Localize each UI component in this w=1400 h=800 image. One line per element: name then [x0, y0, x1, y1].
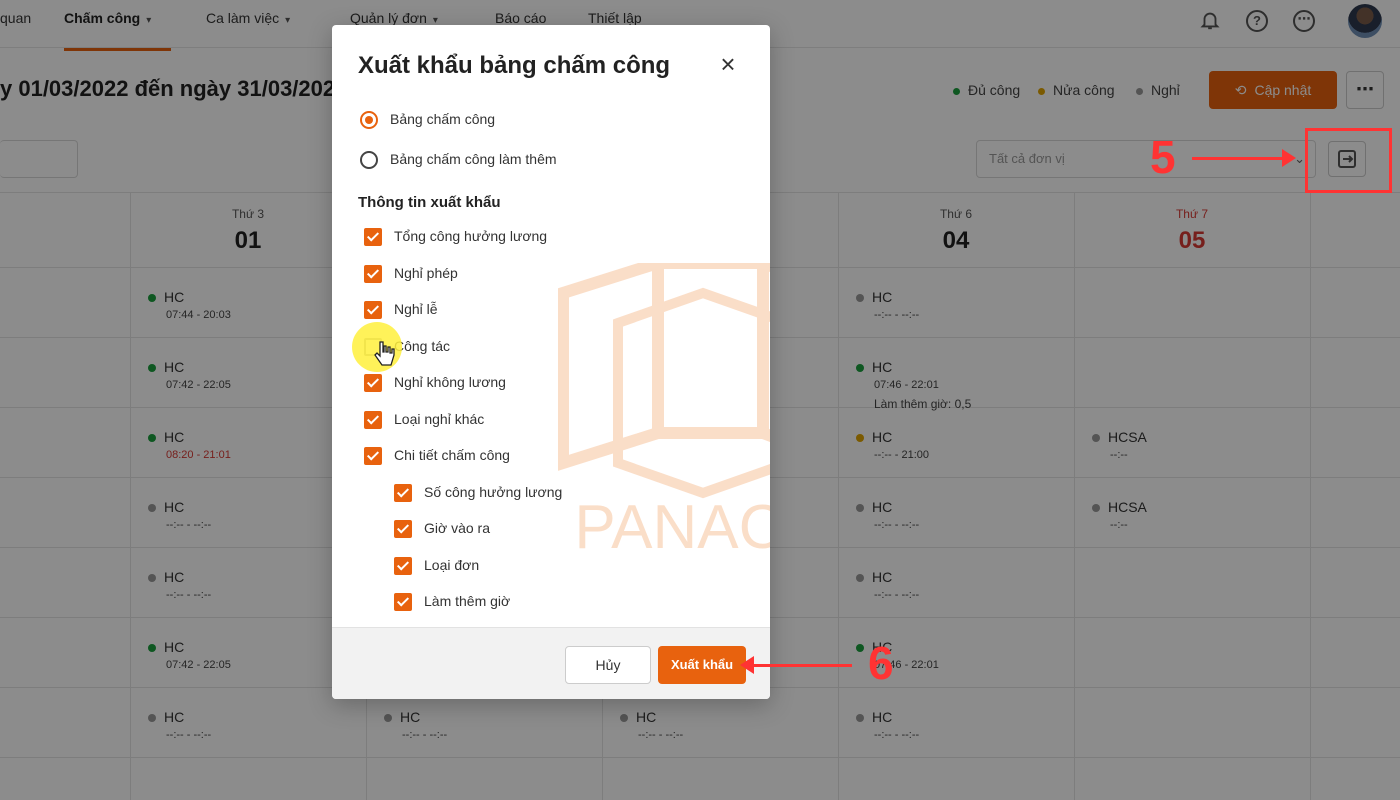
close-icon[interactable]: × — [716, 51, 740, 77]
dialog-title: Xuất khẩu bảng chấm công — [358, 52, 671, 79]
section-title: Thông tin xuất khẩu — [358, 194, 501, 211]
export-option[interactable]: Tổng công hưởng lương — [364, 228, 547, 247]
checkbox-checked-icon — [364, 374, 382, 393]
annotation-step-5: 5 — [1150, 131, 1176, 183]
arrow-head-icon — [1282, 149, 1296, 167]
checkbox-checked-icon — [364, 410, 382, 429]
export-option[interactable]: Nghỉ lễ — [364, 301, 438, 320]
checkbox-checked-icon — [394, 483, 412, 502]
radio-selected-icon — [360, 111, 378, 130]
checkbox-checked-icon — [364, 301, 382, 320]
export-option[interactable]: Giờ vào ra — [394, 520, 490, 539]
checkbox-checked-icon — [364, 228, 382, 247]
checkbox-checked-icon — [394, 556, 412, 575]
svg-text:PANACO: PANACO — [574, 493, 770, 562]
export-option[interactable]: Chi tiết chấm công — [364, 447, 510, 466]
export-option[interactable]: Số công hưởng lương — [394, 484, 562, 502]
checkbox-checked-icon — [394, 520, 412, 539]
cancel-button[interactable]: Hủy — [565, 646, 651, 684]
export-dialog: Xuất khẩu bảng chấm công × Bảng chấm côn… — [332, 25, 770, 699]
annotation-arrow — [752, 664, 852, 667]
hand-cursor-icon — [374, 341, 395, 366]
radio-bang-cham-cong[interactable]: Bảng chấm công — [360, 111, 495, 130]
checkbox-checked-icon — [394, 593, 412, 612]
annotation-step-6: 6 — [868, 637, 894, 689]
export-option[interactable]: Loại đơn — [394, 557, 479, 575]
checkbox-checked-icon — [364, 447, 382, 466]
arrow-head-icon — [740, 656, 754, 674]
radio-bang-cham-cong-lam-them[interactable]: Bảng chấm công làm thêm — [360, 151, 557, 170]
annotation-arrow — [1192, 157, 1284, 160]
export-option[interactable]: Nghỉ không lương — [364, 374, 506, 393]
annotation-box — [1305, 128, 1392, 193]
export-submit-button[interactable]: Xuất khẩu — [658, 646, 746, 684]
checkbox-checked-icon — [364, 264, 382, 283]
dialog-footer: Hủy Xuất khẩu — [332, 627, 770, 699]
export-option[interactable]: Loại nghỉ khác — [364, 411, 484, 429]
export-option[interactable]: Làm thêm giờ — [394, 593, 510, 612]
panaco-watermark-logo: PANACO — [558, 263, 770, 562]
export-option[interactable]: Nghỉ phép — [364, 265, 458, 283]
radio-empty-icon — [360, 151, 378, 170]
